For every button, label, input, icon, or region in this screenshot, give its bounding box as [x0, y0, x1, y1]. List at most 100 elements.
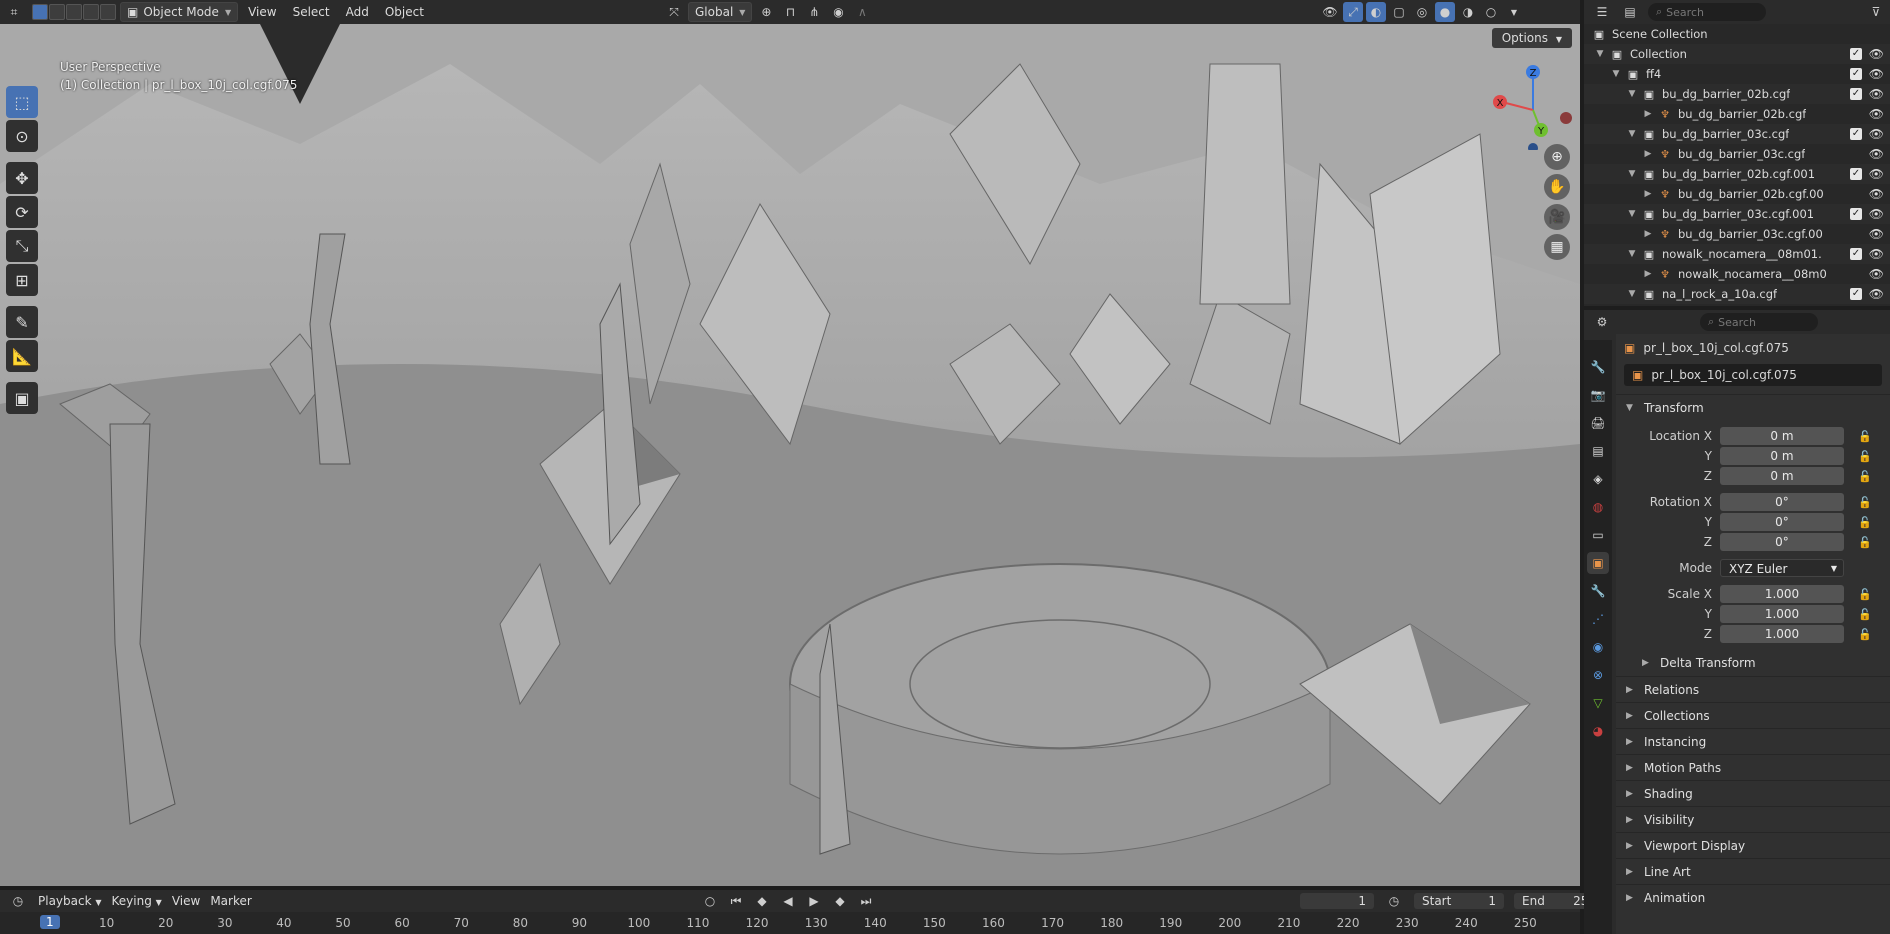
rendered-shading-icon[interactable]: ○ — [1481, 2, 1501, 22]
chevron-down-icon[interactable]: ▼ — [1610, 69, 1622, 79]
eye-icon[interactable]: 👁 — [1869, 287, 1884, 301]
pan-hand-icon[interactable]: ✋ — [1544, 174, 1570, 200]
particles-tab-icon[interactable]: ⋰ — [1587, 608, 1609, 630]
lock-icon[interactable]: 🔓 — [1858, 628, 1872, 641]
outliner-row[interactable]: ▼ ▣ bu_dg_barrier_03c.cgf ✓ 👁 — [1584, 124, 1890, 144]
clock-icon[interactable]: ◷ — [1384, 891, 1404, 911]
object-name-field[interactable]: ▣ pr_l_box_10j_col.cgf.075 — [1624, 364, 1882, 386]
checkbox-icon[interactable]: ✓ — [1850, 208, 1862, 220]
eye-icon[interactable]: 👁 — [1869, 207, 1884, 221]
location-z-field[interactable]: 0 m — [1720, 467, 1844, 485]
properties-editor-icon[interactable]: ⚙ — [1592, 312, 1612, 332]
properties-search-input[interactable]: ⌕ Search — [1700, 313, 1818, 331]
start-frame-field[interactable]: Start 1 — [1414, 893, 1504, 909]
chevron-down-icon[interactable]: ▼ — [1626, 289, 1638, 299]
eye-icon[interactable]: 👁 — [1869, 227, 1884, 241]
object-tab-icon[interactable]: ▣ — [1587, 552, 1609, 574]
outliner-row[interactable]: ▼ ▣ ff4 ✓ 👁 — [1584, 64, 1890, 84]
scale-x-field[interactable]: 1.000 — [1720, 585, 1844, 603]
eye-icon[interactable]: 👁 — [1869, 267, 1884, 281]
wireframe-shading-icon[interactable]: ◎ — [1412, 2, 1432, 22]
outliner-row[interactable]: ▼ ▣ bu_dg_barrier_02b.cgf ✓ 👁 — [1584, 84, 1890, 104]
rotation-z-field[interactable]: 0° — [1720, 533, 1844, 551]
next-keyframe-icon[interactable]: ◆ — [830, 891, 850, 911]
prev-keyframe-icon[interactable]: ◆ — [752, 891, 772, 911]
location-y-field[interactable]: 0 m — [1720, 447, 1844, 465]
transform-panel-header[interactable]: ▼ Transform — [1616, 394, 1890, 420]
outliner-row[interactable]: ▶ ♆ bu_dg_barrier_03c.cgf 👁 — [1584, 144, 1890, 164]
collections-panel-header[interactable]: ▶ Collections — [1616, 702, 1890, 728]
menu-marker[interactable]: Marker — [210, 894, 251, 908]
line-art-panel-header[interactable]: ▶ Line Art — [1616, 858, 1890, 884]
pivot-icon[interactable]: ⊕ — [756, 2, 776, 22]
checkbox-icon[interactable]: ✓ — [1850, 168, 1862, 180]
cursor-tool-icon[interactable]: ⊙ — [6, 120, 38, 152]
relations-panel-header[interactable]: ▶ Relations — [1616, 676, 1890, 702]
outliner-row[interactable]: ▶ ♆ bu_dg_barrier_03c.cgf.00 👁 — [1584, 224, 1890, 244]
checkbox-icon[interactable]: ✓ — [1850, 288, 1862, 300]
scale-z-field[interactable]: 1.000 — [1720, 625, 1844, 643]
menu-timeline-view[interactable]: View — [172, 894, 200, 908]
timeline-editor-icon[interactable]: ◷ — [8, 891, 28, 911]
menu-object[interactable]: Object — [379, 2, 430, 22]
outliner-editor-icon[interactable]: ☰ — [1592, 2, 1612, 22]
animation-panel-header[interactable]: ▶ Animation — [1616, 884, 1890, 910]
scene-tab-icon[interactable]: ◈ — [1587, 468, 1609, 490]
rotation-y-field[interactable]: 0° — [1720, 513, 1844, 531]
chevron-down-icon[interactable]: ▼ — [1504, 2, 1524, 22]
rotation-x-field[interactable]: 0° — [1720, 493, 1844, 511]
add-cube-tool-icon[interactable]: ▣ — [6, 382, 38, 414]
eye-icon[interactable]: 👁 — [1869, 167, 1884, 181]
outliner-row[interactable]: ▶ ♆ nowalk_nocamera__08m0 👁 — [1584, 264, 1890, 284]
3d-viewport[interactable]: User Perspective (1) Collection | pr_l_b… — [0, 24, 1580, 886]
select-mode-extend-icon[interactable] — [49, 4, 65, 20]
data-tab-icon[interactable]: ▽ — [1587, 692, 1609, 714]
location-x-field[interactable]: 0 m — [1720, 427, 1844, 445]
collection-tab-icon[interactable]: ▭ — [1587, 524, 1609, 546]
eye-icon[interactable]: 👁 — [1869, 127, 1884, 141]
chevron-down-icon[interactable]: ▼ — [1626, 209, 1638, 219]
select-mode-invert-icon[interactable] — [83, 4, 99, 20]
outliner-row[interactable]: ▶ ♆ bu_dg_barrier_02b.cgf 👁 — [1584, 104, 1890, 124]
play-icon[interactable]: ▶ — [804, 891, 824, 911]
motion-paths-panel-header[interactable]: ▶ Motion Paths — [1616, 754, 1890, 780]
solid-shading-icon[interactable]: ● — [1435, 2, 1455, 22]
world-tab-icon[interactable]: ◍ — [1587, 496, 1609, 518]
outliner-row[interactable]: ▼ ▣ bu_dg_barrier_03c.cgf.001 ✓ 👁 — [1584, 204, 1890, 224]
eye-icon[interactable]: 👁 — [1869, 87, 1884, 101]
select-mode-subtract-icon[interactable] — [66, 4, 82, 20]
outliner-search-input[interactable]: ⌕ Search — [1648, 3, 1766, 21]
checkbox-icon[interactable]: ✓ — [1850, 48, 1862, 60]
tool-tab-icon[interactable]: 🔧 — [1587, 356, 1609, 378]
outliner-row[interactable]: ▼ ▣ na_l_rock_a_10a.cgf ✓ 👁 — [1584, 284, 1890, 304]
menu-add[interactable]: Add — [340, 2, 375, 22]
select-box-tool-icon[interactable]: ⬚ — [6, 86, 38, 118]
eye-icon[interactable]: 👁 — [1869, 47, 1884, 61]
falloff-icon[interactable]: ∧ — [852, 2, 872, 22]
orientation-dropdown[interactable]: Global ▼ — [688, 2, 753, 22]
gizmo-icon[interactable]: ⤢ — [1343, 2, 1363, 22]
ortho-grid-icon[interactable]: ▦ — [1544, 234, 1570, 260]
chevron-down-icon[interactable]: ▼ — [1626, 169, 1638, 179]
chevron-right-icon[interactable]: ▶ — [1642, 189, 1654, 199]
outliner-row[interactable]: ▼ ▣ nowalk_nocamera__08m01.cg ✓ 👁 — [1584, 244, 1890, 264]
checkbox-icon[interactable]: ✓ — [1850, 68, 1862, 80]
lock-icon[interactable]: 🔓 — [1858, 470, 1872, 483]
output-tab-icon[interactable]: 🖨 — [1587, 412, 1609, 434]
rotate-tool-icon[interactable]: ⟳ — [6, 196, 38, 228]
transform-tool-icon[interactable]: ⊞ — [6, 264, 38, 296]
viewport-display-panel-header[interactable]: ▶ Viewport Display — [1616, 832, 1890, 858]
neg-x-axis-handle[interactable] — [1560, 112, 1572, 124]
lock-icon[interactable]: 🔓 — [1858, 536, 1872, 549]
chevron-right-icon[interactable]: ▶ — [1642, 149, 1654, 159]
outliner-scene-collection[interactable]: ▣ Scene Collection — [1584, 24, 1890, 44]
eye-icon[interactable]: 👁 — [1869, 187, 1884, 201]
jump-end-icon[interactable]: ⏭ — [856, 891, 876, 911]
lock-icon[interactable]: 🔓 — [1858, 496, 1872, 509]
chevron-right-icon[interactable]: ▶ — [1642, 229, 1654, 239]
jump-start-icon[interactable]: ⏮ — [726, 891, 746, 911]
current-frame-indicator[interactable]: 1 — [40, 915, 60, 929]
select-mode-set-icon[interactable] — [32, 4, 48, 20]
material-tab-icon[interactable]: ◕ — [1587, 720, 1609, 742]
options-button[interactable]: Options ▼ — [1491, 28, 1572, 48]
